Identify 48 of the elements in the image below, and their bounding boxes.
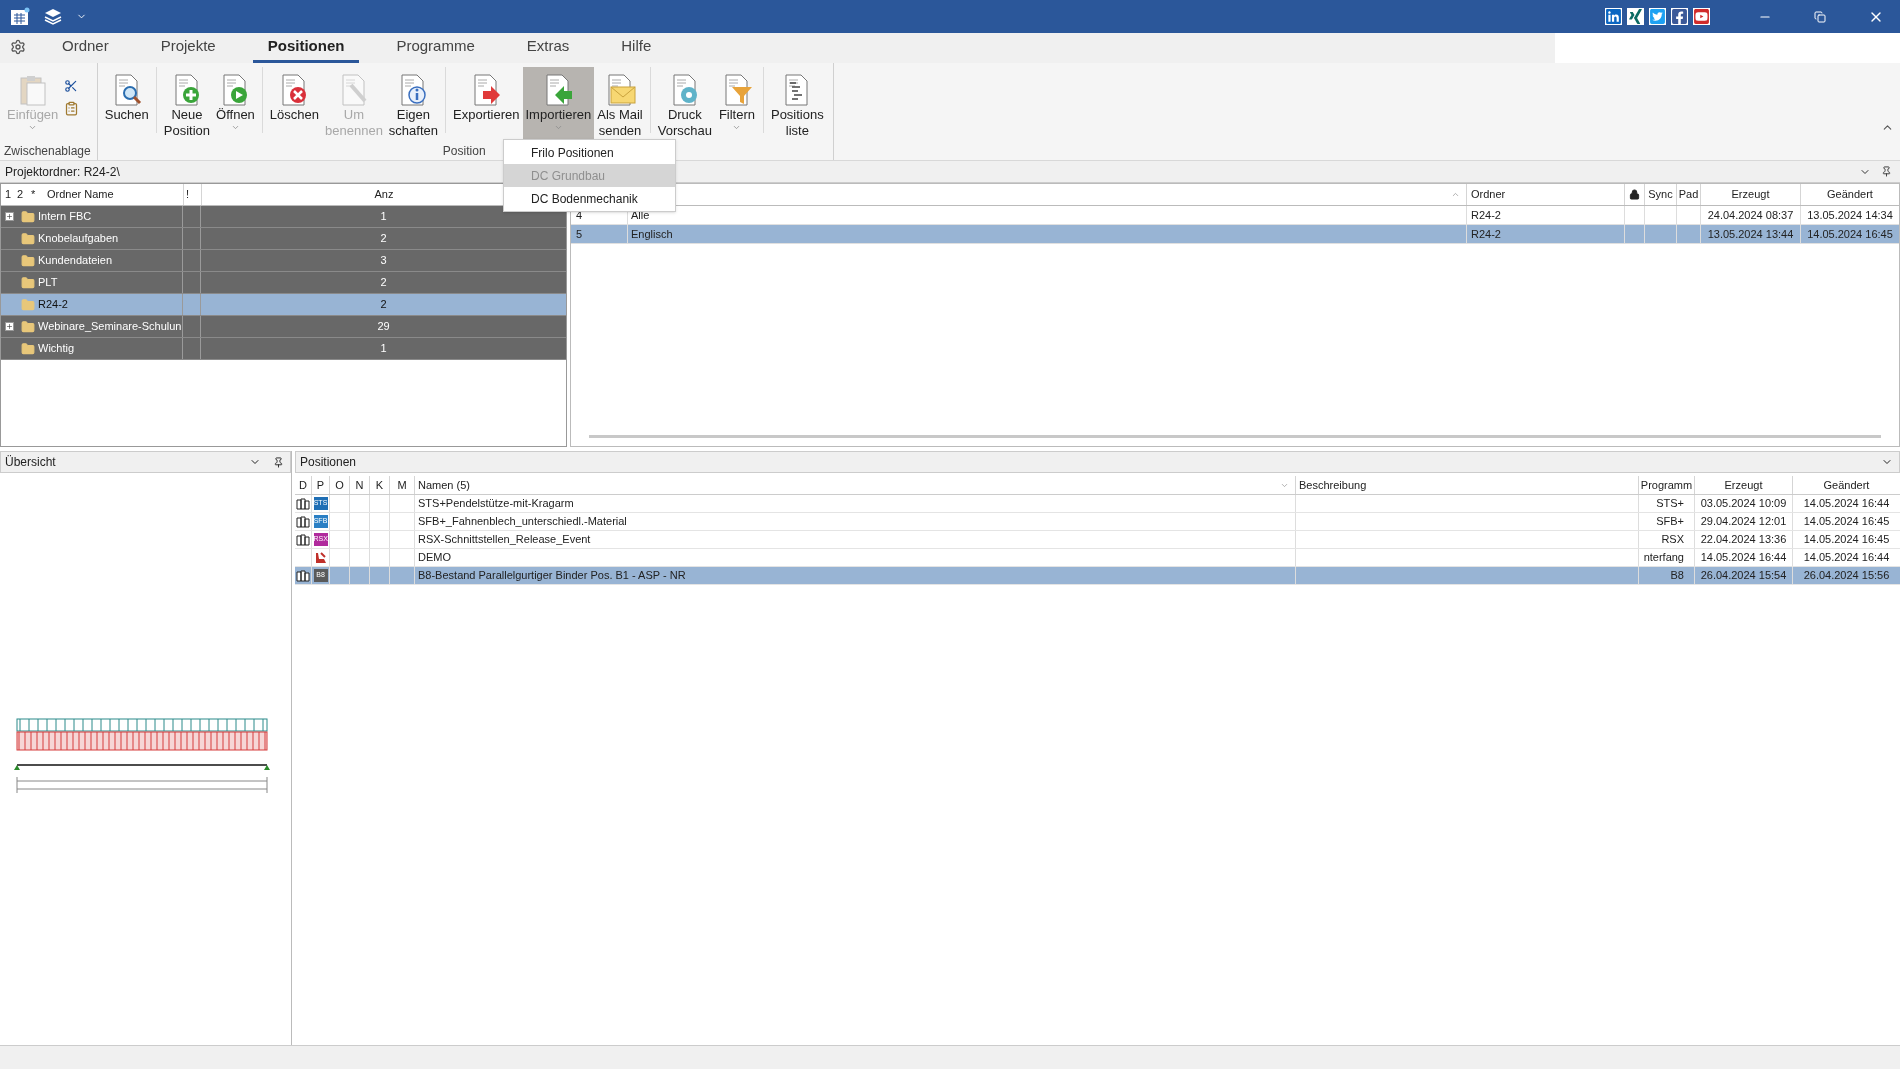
folder-count: 1: [379, 341, 388, 357]
folder-count: 3: [379, 253, 388, 269]
program-cell: STS+: [1639, 495, 1695, 512]
position-name: RSX-Schnittstellen_Release_Event: [415, 531, 1296, 548]
changed-cell-text: 14.05.2024 16:44: [1802, 496, 1891, 512]
position-name: B8-Bestand Parallelgurtiger Binder Pos. B1 - ASP - NR: [415, 567, 1296, 584]
panel-title: Positionen: [299, 454, 358, 471]
project-folder-path: Projektordner: R24-2\: [4, 163, 120, 181]
folder-name: Knobelaufgaben: [38, 231, 119, 247]
folder-count: 1: [379, 209, 388, 225]
table-cell-text: 14.05.2024 16:45: [1806, 226, 1894, 242]
table-cell: 13.05.2024 13:44: [1701, 225, 1801, 243]
folder-count: 2: [379, 297, 388, 313]
created-cell: 22.04.2024 13:36: [1695, 531, 1793, 548]
ribbon-group-label: Zwischenablage: [3, 143, 92, 160]
folder-name: R24-2: [38, 297, 68, 313]
position-name: DEMO: [415, 549, 1296, 566]
position-name: STS+Pendelstütze-mit-Kragarm: [415, 495, 1296, 512]
table-cell: Englisch: [628, 225, 1467, 243]
folder-name: Webinare_Seminare-Schulun: [38, 319, 182, 335]
folder-name: Intern FBC: [38, 209, 92, 225]
changed-cell-text: 26.04.2024 15:56: [1802, 568, 1891, 584]
folder-name: Wichtig: [38, 341, 75, 357]
folder-count: 2: [379, 231, 388, 247]
table-cell-text: 13.05.2024 14:34: [1806, 207, 1894, 223]
folder-count: 29: [376, 319, 391, 335]
column-title: Namen (5): [418, 477, 470, 493]
changed-cell-text: 14.05.2024 16:45: [1802, 514, 1891, 530]
folder-name: PLT: [38, 275, 58, 291]
changed-cell-text: 14.05.2024 16:45: [1802, 532, 1891, 548]
folder-count: 2: [379, 275, 388, 291]
panel-title: Übersicht: [4, 454, 57, 471]
changed-cell-text: 14.05.2024 16:44: [1802, 550, 1891, 566]
folder-name: Kundendateien: [38, 253, 112, 269]
created-cell: 26.04.2024 15:54: [1695, 567, 1793, 584]
program-cell: RSX: [1639, 531, 1695, 548]
position-name: SFB+_Fahnenblech_unterschiedl.-Material: [415, 513, 1296, 530]
table-cell: 24.04.2024 08:37: [1701, 206, 1801, 224]
created-cell: 14.05.2024 16:44: [1695, 549, 1793, 566]
program-cell: SFB+: [1639, 513, 1695, 530]
program-cell: B8: [1639, 567, 1695, 584]
ribbon-group-label: Position: [441, 143, 487, 160]
table-cell: 5: [571, 225, 628, 243]
table-cell: R24-2: [1467, 225, 1625, 243]
program-cell: nterfang: [1639, 549, 1695, 566]
created-cell: 29.04.2024 12:01: [1695, 513, 1793, 530]
table-cell: R24-2: [1467, 206, 1625, 224]
created-cell: 03.05.2024 10:09: [1695, 495, 1793, 512]
